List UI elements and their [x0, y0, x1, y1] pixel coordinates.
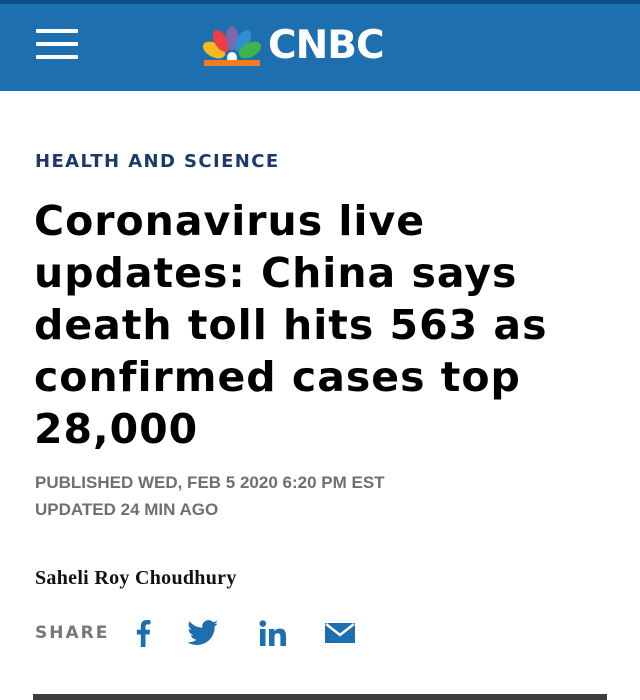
published-timestamp: PUBLISHED WED, FEB 5 2020 6:20 PM EST: [35, 473, 385, 492]
author-name[interactable]: Saheli Roy Choudhury: [35, 567, 237, 590]
twitter-icon[interactable]: [187, 618, 219, 648]
brand-wordmark: CNBC: [268, 23, 385, 68]
share-bar: SHARE: [35, 618, 356, 648]
top-navigation-bar: CNBC: [0, 0, 640, 91]
topbar-accent-line: [0, 0, 640, 4]
updated-timestamp: UPDATED 24 MIN AGO: [35, 500, 219, 519]
hamburger-menu-icon[interactable]: [36, 29, 80, 61]
article-image-top-edge: [33, 694, 607, 700]
article-meta: PUBLISHED WED, FEB 5 2020 6:20 PM EST UP…: [35, 469, 385, 523]
email-icon[interactable]: [325, 618, 356, 648]
section-label[interactable]: HEALTH AND SCIENCE: [35, 151, 280, 172]
share-label: SHARE: [35, 623, 110, 643]
facebook-icon[interactable]: [133, 618, 153, 648]
cnbc-logo[interactable]: CNBC: [200, 23, 385, 68]
article-headline: Coronavirus live updates: China says dea…: [34, 197, 548, 453]
nbc-peacock-icon: [202, 26, 262, 66]
linkedin-icon[interactable]: [257, 618, 289, 648]
